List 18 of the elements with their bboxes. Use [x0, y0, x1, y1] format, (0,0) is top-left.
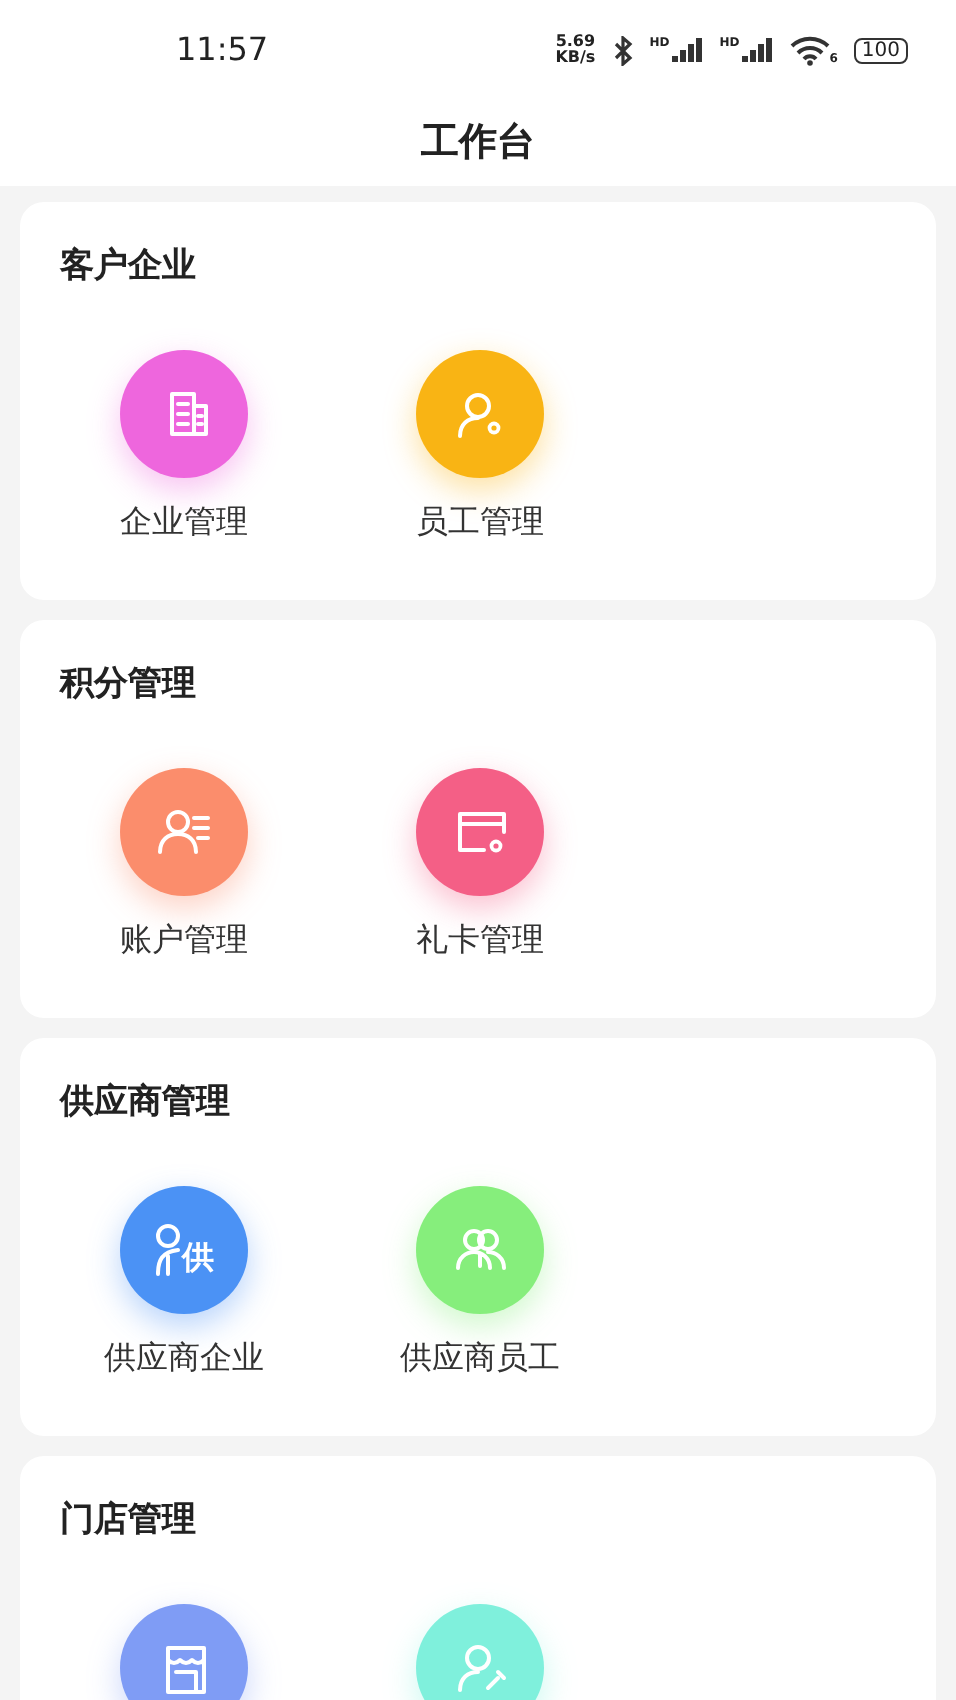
section-title: 客户企业: [58, 244, 198, 290]
page-title: 工作台: [421, 118, 535, 169]
menu-item[interactable]: 供 供应商企业: [36, 1186, 332, 1382]
wifi-icon: [789, 35, 830, 65]
menu-item[interactable]: 礼卡管理: [332, 768, 628, 964]
signal-icon: [671, 38, 704, 62]
menu-item[interactable]: 供应商员工: [332, 1186, 628, 1382]
network-speed: 5.69 KB/s: [555, 34, 596, 66]
section-title: 积分管理: [57, 662, 198, 708]
clock-time: 11:57: [176, 28, 269, 72]
menu-item[interactable]: 员工管理: [332, 350, 628, 546]
signal-icon: [741, 38, 774, 62]
menu-item[interactable]: 账户管理: [36, 768, 332, 964]
menu-item[interactable]: 企业管理: [36, 350, 332, 546]
battery-indicator: 100: [853, 37, 908, 63]
bluetooth-icon: [611, 35, 634, 65]
section-title: 供应商管理: [57, 1080, 232, 1126]
section-title: 门店管理: [58, 1498, 198, 1544]
